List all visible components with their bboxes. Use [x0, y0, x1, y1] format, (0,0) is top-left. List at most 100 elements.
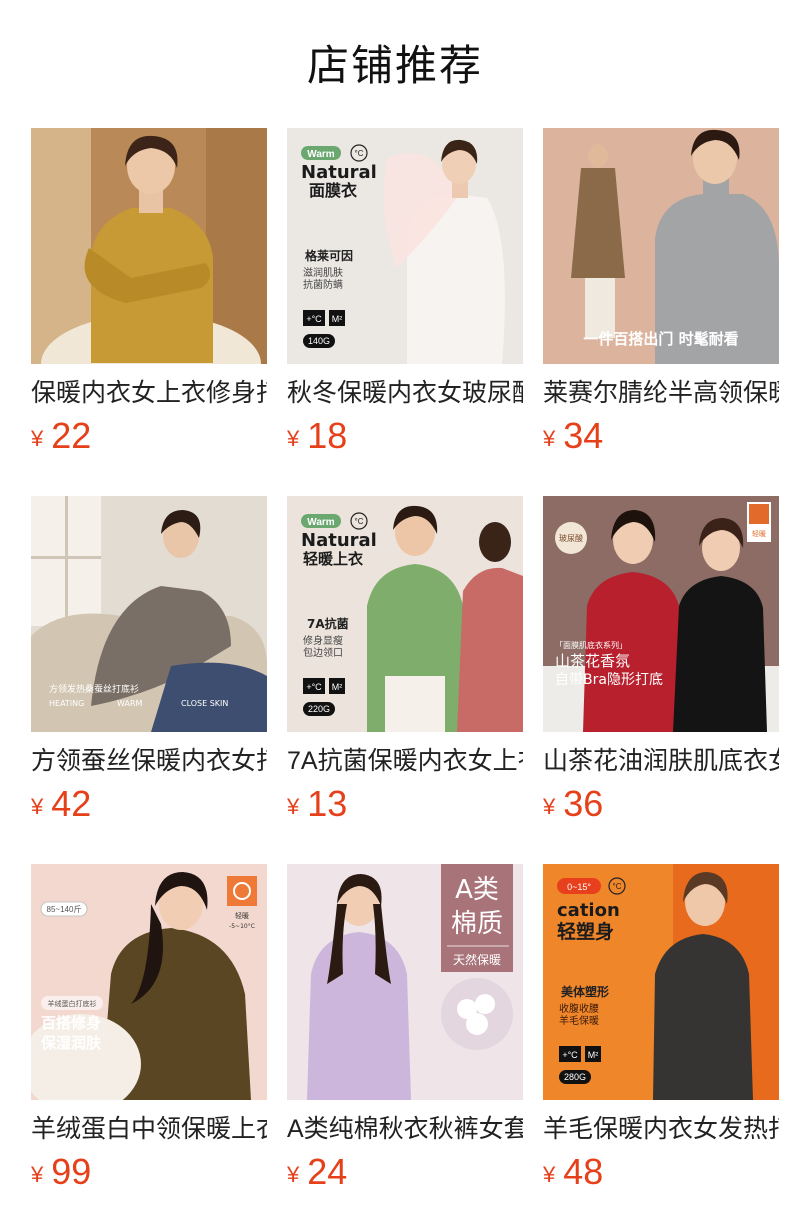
warm-badge-icon: +°C — [306, 682, 322, 692]
currency-symbol: ¥ — [543, 426, 556, 451]
price-amount: 24 — [307, 1151, 348, 1192]
feature-sub-1: 修身显瘦 — [303, 634, 343, 647]
tag-label: 羊绒蛋白打底衫 — [48, 999, 97, 1008]
feature-sub-2: 抗菌防螨 — [303, 278, 343, 291]
temp-icon: °C — [355, 517, 364, 526]
product-card[interactable]: 一件百搭出门 时髦耐看 莱赛尔腈纶半高领保暖打底衫 ¥34 — [543, 128, 779, 458]
product-card[interactable]: A类 棉质 天然保暖 A类纯棉秋衣秋裤女套装 ¥24 — [287, 864, 523, 1194]
product-photo: Warm °C Natural 轻暖上衣 7A抗菌 修身显瘦 包边领口 +°C … — [287, 496, 523, 732]
headline-2: 保湿润肤 — [40, 1034, 102, 1052]
price-amount: 13 — [307, 783, 348, 824]
store-recommendation-page: 店铺推荐 保暖内衣女上衣修身打底衫 ¥22 — [0, 0, 790, 1232]
image-caption: 一件百搭出门 时髦耐看 — [583, 330, 738, 348]
product-image[interactable]: 方领发热桑蚕丝打底衫 HEATING WARM CLOSE SKIN — [31, 496, 267, 732]
product-image[interactable]: Warm °C Natural 面膜衣 格莱可因 滋润肌肤 抗菌防螨 +°C M… — [287, 128, 523, 364]
feature-sub-1: 滋润肌肤 — [303, 266, 343, 279]
product-image[interactable]: A类 棉质 天然保暖 — [287, 864, 523, 1100]
feature-label: 美体塑形 — [561, 984, 609, 999]
currency-symbol: ¥ — [31, 794, 44, 819]
headline-en: Natural — [301, 162, 377, 183]
product-name[interactable]: 秋冬保暖内衣女玻尿酸面膜衣 — [287, 376, 523, 410]
temp-icon: °C — [355, 149, 364, 158]
currency-symbol: ¥ — [31, 1162, 44, 1187]
currency-symbol: ¥ — [287, 794, 300, 819]
product-image[interactable]: 玻尿酸 轻暖 「面膜肌底衣系列」 山茶花香氛 自带Bra隐形打底 — [543, 496, 779, 732]
product-card[interactable]: 玻尿酸 轻暖 「面膜肌底衣系列」 山茶花香氛 自带Bra隐形打底 山茶花油润肤肌… — [543, 496, 779, 826]
feature-sub-1: 收腹收腰 — [559, 1002, 599, 1015]
product-price: ¥36 — [543, 784, 603, 824]
product-card[interactable]: 0~15° °C cation 轻塑身 美体塑形 收腹收腰 羊毛保暖 +°C M… — [543, 864, 779, 1194]
image-caption: 方领发热桑蚕丝打底衫 — [49, 683, 139, 695]
product-price: ¥13 — [287, 784, 347, 824]
headline-en: Natural — [301, 530, 377, 551]
product-image[interactable]: 0~15° °C cation 轻塑身 美体塑形 收腹收腰 羊毛保暖 +°C M… — [543, 864, 779, 1100]
product-image[interactable]: Warm °C Natural 轻暖上衣 7A抗菌 修身显瘦 包边领口 +°C … — [287, 496, 523, 732]
headline-cn: 轻塑身 — [557, 920, 614, 943]
headline-cn: 面膜衣 — [309, 181, 357, 200]
tag-label: Warm — [307, 149, 335, 160]
currency-symbol: ¥ — [543, 1162, 556, 1187]
headline-sub: 天然保暖 — [453, 952, 501, 967]
product-price: ¥18 — [287, 416, 347, 456]
page-title: 店铺推荐 — [306, 42, 483, 89]
product-price: ¥22 — [31, 416, 91, 456]
headline-1: 山茶花香氛 — [555, 652, 630, 670]
temp-range: 0~15° — [567, 882, 591, 892]
product-photo: 一件百搭出门 时髦耐看 — [543, 128, 779, 364]
product-price: ¥48 — [543, 1152, 603, 1192]
headline-1: A类 — [455, 875, 499, 905]
product-price: ¥24 — [287, 1152, 347, 1192]
feature-label: 格莱可因 — [305, 248, 353, 263]
feature-sub-2: 包边领口 — [303, 646, 343, 659]
product-photo — [31, 128, 267, 364]
currency-symbol: ¥ — [31, 426, 44, 451]
product-photo: 玻尿酸 轻暖 「面膜肌底衣系列」 山茶花香氛 自带Bra隐形打底 — [543, 496, 779, 732]
warm-badge-icon: +°C — [306, 314, 322, 324]
area-badge-icon: M² — [588, 1050, 599, 1060]
product-card[interactable]: 85~140斤 轻暖 -5~10°C 羊绒蛋白打底衫 百搭修身 保湿润肤 羊绒蛋… — [31, 864, 267, 1194]
product-image[interactable]: 85~140斤 轻暖 -5~10°C 羊绒蛋白打底衫 百搭修身 保湿润肤 — [31, 864, 267, 1100]
product-name[interactable]: 山茶花油润肤肌底衣女保暖 — [543, 744, 779, 778]
product-name[interactable]: 保暖内衣女上衣修身打底衫 — [31, 376, 267, 410]
product-photo: 方领发热桑蚕丝打底衫 HEATING WARM CLOSE SKIN — [31, 496, 267, 732]
product-name[interactable]: 羊毛保暖内衣女发热打底 — [543, 1112, 779, 1146]
product-photo: 85~140斤 轻暖 -5~10°C 羊绒蛋白打底衫 百搭修身 保湿润肤 — [31, 864, 267, 1100]
product-photo: Warm °C Natural 面膜衣 格莱可因 滋润肌肤 抗菌防螨 +°C M… — [287, 128, 523, 364]
product-card[interactable]: Warm °C Natural 轻暖上衣 7A抗菌 修身显瘦 包边领口 +°C … — [287, 496, 523, 826]
product-image[interactable] — [31, 128, 267, 364]
product-name[interactable]: 方领蚕丝保暖内衣女打底衫 — [31, 744, 267, 778]
feature-label: 7A抗菌 — [307, 616, 349, 631]
product-card[interactable]: 保暖内衣女上衣修身打底衫 ¥22 — [31, 128, 267, 458]
weight-badge: 140G — [308, 336, 330, 346]
product-image[interactable]: 一件百搭出门 时髦耐看 — [543, 128, 779, 364]
product-price: ¥99 — [31, 1152, 91, 1192]
feature-sub-2: 羊毛保暖 — [559, 1014, 599, 1027]
price-amount: 18 — [307, 415, 348, 456]
product-price: ¥42 — [31, 784, 91, 824]
feature-label: WARM — [117, 699, 143, 708]
product-name[interactable]: 莱赛尔腈纶半高领保暖打底衫 — [543, 376, 779, 410]
price-amount: 42 — [51, 783, 92, 824]
temp-corner-label: 轻暖 — [235, 911, 249, 920]
price-amount: 99 — [51, 1151, 92, 1192]
tag-label: Warm — [307, 517, 335, 528]
price-amount: 48 — [563, 1151, 604, 1192]
feature-label: HEATING — [49, 699, 84, 708]
price-amount: 36 — [563, 783, 604, 824]
price-amount: 22 — [51, 415, 92, 456]
currency-symbol: ¥ — [287, 1162, 300, 1187]
product-card[interactable]: 方领发热桑蚕丝打底衫 HEATING WARM CLOSE SKIN 方领蚕丝保… — [31, 496, 267, 826]
headline-2: 棉质 — [451, 909, 503, 939]
product-photo: 0~15° °C cation 轻塑身 美体塑形 收腹收腰 羊毛保暖 +°C M… — [543, 864, 779, 1100]
temp-corner-label: 轻暖 — [752, 529, 766, 538]
product-card[interactable]: Warm °C Natural 面膜衣 格莱可因 滋润肌肤 抗菌防螨 +°C M… — [287, 128, 523, 458]
product-name[interactable]: A类纯棉秋衣秋裤女套装 — [287, 1112, 523, 1146]
area-badge-icon: M² — [332, 682, 343, 692]
product-name[interactable]: 7A抗菌保暖内衣女上衣打底 — [287, 744, 523, 778]
series-label: 「面膜肌底衣系列」 — [555, 640, 627, 650]
temp-icon: °C — [613, 882, 622, 891]
currency-symbol: ¥ — [543, 794, 556, 819]
area-badge-icon: M² — [332, 314, 343, 324]
ingredient-badge: 玻尿酸 — [559, 533, 583, 543]
product-name[interactable]: 羊绒蛋白中领保暖上衣女打底 — [31, 1112, 267, 1146]
